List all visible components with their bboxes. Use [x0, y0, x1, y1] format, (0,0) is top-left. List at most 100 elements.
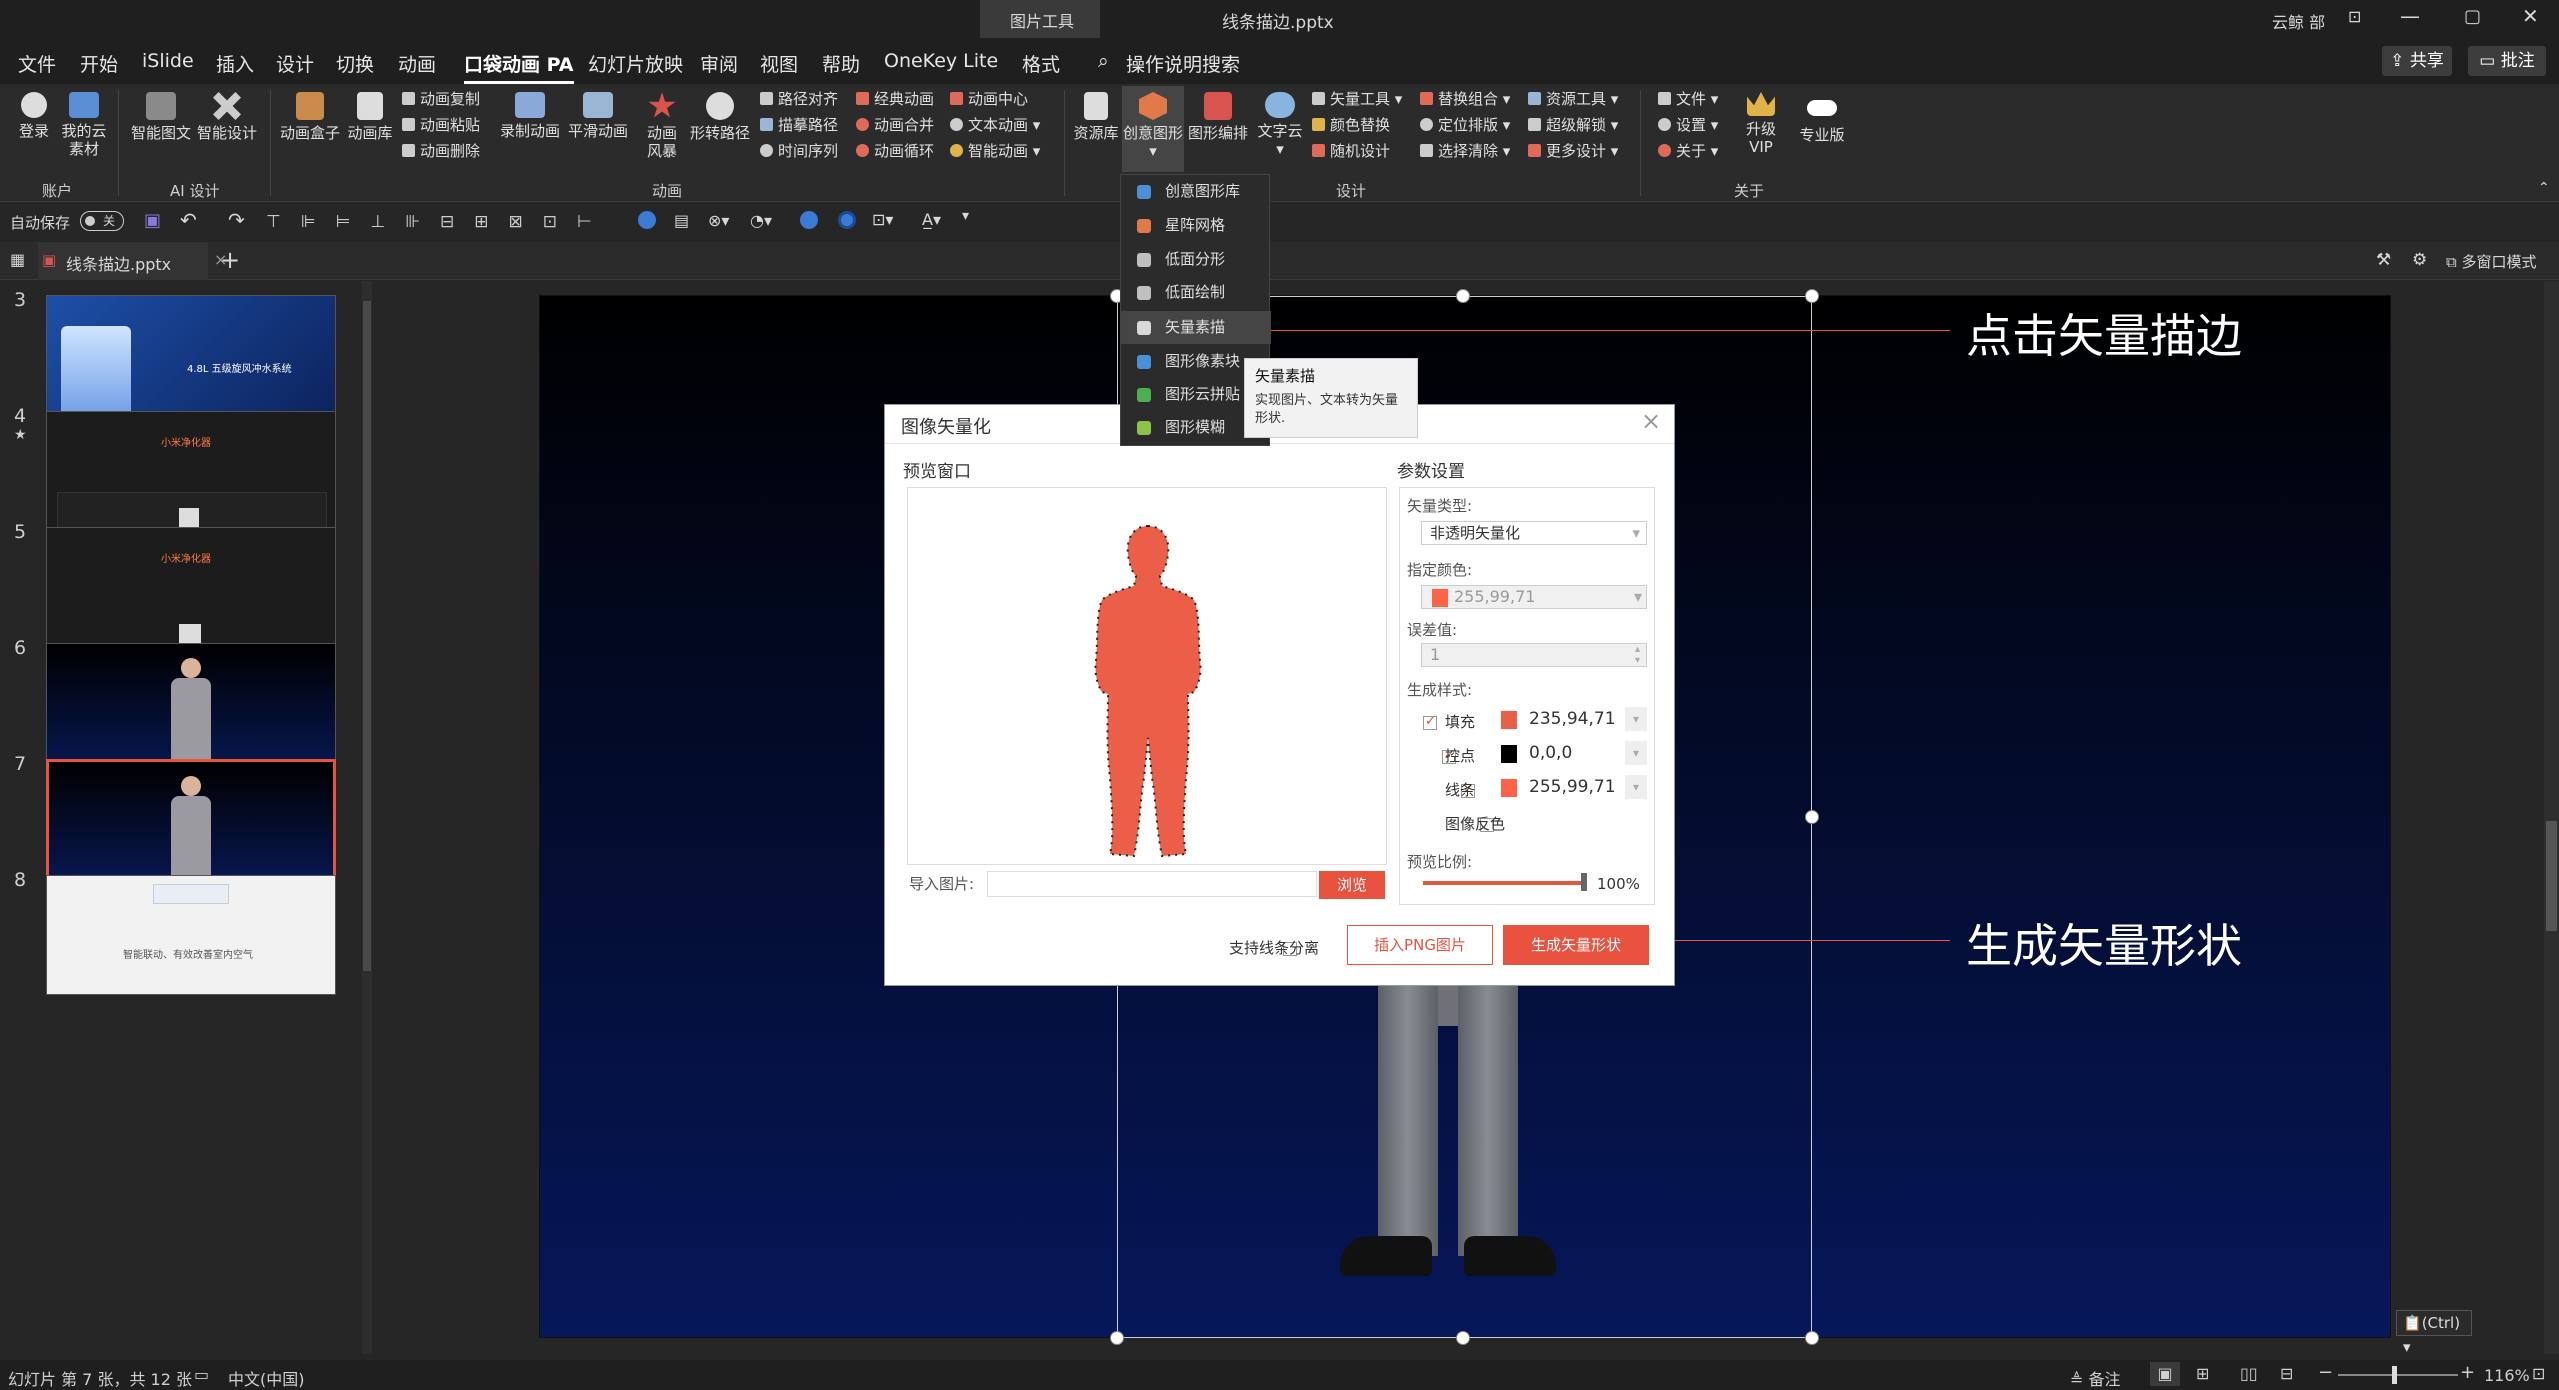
record-anim-button[interactable]: 录制动画 [496, 92, 564, 140]
crop-icon[interactable]: ⊡▾ [872, 210, 893, 229]
menu-pocket-animation[interactable]: 口袋动画 PA [464, 50, 574, 84]
anim-lib-button[interactable]: 动画库 [342, 92, 398, 142]
menu-review[interactable]: 审阅 [700, 50, 738, 77]
fill-dropdown[interactable]: ▾ [1625, 707, 1647, 731]
scrollbar-thumb[interactable] [363, 301, 371, 971]
search-label[interactable]: 操作说明搜索 [1126, 50, 1240, 77]
anim-box-button[interactable]: 动画盒子 [278, 92, 342, 142]
creative-shape-button[interactable]: 创意图形 ▾ [1122, 92, 1184, 160]
settings-gear-icon[interactable]: ⚙ [2412, 250, 2427, 270]
smooth-anim-button[interactable]: 平滑动画 [564, 92, 632, 140]
zoom-slider-track[interactable] [2338, 1374, 2458, 1376]
time-seq-button[interactable]: 时间序列 [760, 142, 838, 160]
multiwin-button[interactable]: ⧉ 多窗口模式 [2446, 251, 2537, 272]
reading-view-icon[interactable]: ▯▯ [2240, 1364, 2258, 1383]
comment-button[interactable]: ▭ 批注 [2468, 46, 2546, 76]
generate-vector-button[interactable]: 生成矢量形状 [1503, 925, 1649, 965]
menu-animation[interactable]: 动画 [398, 50, 436, 77]
cloud-button[interactable]: 我的云素材 [60, 92, 108, 158]
collapse-ribbon-icon[interactable]: ⌃ [2538, 180, 2550, 196]
resize-handle[interactable] [1110, 1331, 1124, 1345]
text-box-icon[interactable]: ▤ [674, 211, 689, 230]
fill-icon[interactable]: ◔▾ [750, 211, 772, 230]
random-design-button[interactable]: 随机设计 [1312, 142, 1390, 160]
vector-tool-button[interactable]: 矢量工具 ▾ [1312, 90, 1402, 108]
autosave-toggle[interactable]: 关 [80, 211, 124, 231]
user-name[interactable]: 云鲸 部 [2272, 9, 2325, 33]
close-icon[interactable]: ✕ [2522, 4, 2539, 28]
shape-circle-icon[interactable] [638, 211, 656, 229]
menu-item-low-poly[interactable]: 低面分形 [1121, 243, 1271, 276]
circle-outline-icon[interactable] [838, 211, 856, 229]
color-input[interactable]: 255,99,71 ▾ [1421, 585, 1647, 609]
menu-help[interactable]: 帮助 [822, 50, 860, 77]
share-button[interactable]: ⇪ 共享 [2382, 46, 2452, 76]
browse-button[interactable]: 浏览 [1319, 871, 1385, 899]
point-dropdown[interactable]: ▾ [1625, 741, 1647, 765]
menu-transition[interactable]: 切换 [336, 50, 374, 77]
anim-storm-button[interactable]: 动画风暴 [636, 92, 688, 160]
font-color-icon[interactable]: A̲▾ [922, 210, 941, 229]
tolerance-input[interactable]: 1 ▴ ▾ [1421, 643, 1647, 667]
menu-view[interactable]: 视图 [760, 50, 798, 77]
zoom-level[interactable]: 116% [2484, 1366, 2530, 1385]
menu-slideshow[interactable]: 幻灯片放映 [588, 50, 683, 77]
fill-checkbox[interactable] [1423, 714, 1437, 730]
accessibility-icon[interactable]: ▭ [194, 1365, 209, 1384]
language[interactable]: 中文(中国) [228, 1366, 305, 1390]
file-menu-button[interactable]: 文件 ▾ [1658, 90, 1718, 108]
path-align-button[interactable]: 路径对齐 [760, 90, 838, 108]
menu-item-creative-lib[interactable]: 创意图形库 [1121, 175, 1271, 208]
fill-swatch[interactable] [1501, 711, 1517, 729]
trace-path-button[interactable]: 描摹路径 [760, 116, 838, 134]
smart-text-button[interactable]: 智能图文 [128, 92, 194, 142]
resource-lib-button[interactable]: 资源库 [1070, 92, 1122, 142]
resize-handle[interactable] [1805, 289, 1819, 303]
settings-button[interactable]: 设置 ▾ [1658, 116, 1718, 134]
circle-blue-icon[interactable] [800, 211, 818, 229]
menu-islide[interactable]: iSlide [142, 50, 194, 72]
undo-icon[interactable]: ↶ [180, 208, 197, 232]
paste-options-button[interactable]: 📋(Ctrl) ▾ [2396, 1310, 2472, 1356]
word-cloud-button[interactable]: 文字云 ▾ [1252, 92, 1308, 158]
sorter-view-icon[interactable]: ⊞ [2196, 1364, 2209, 1383]
ribbon-display-icon[interactable]: ⊡ [2348, 7, 2361, 26]
document-tab[interactable]: ▣ 线条描边.pptx × [38, 242, 227, 280]
anim-paste-button[interactable]: 动画粘贴 [402, 116, 480, 134]
select-clear-button[interactable]: 选择清除 ▾ [1420, 142, 1510, 160]
point-swatch[interactable] [1501, 745, 1517, 763]
menu-item-star-grid[interactable]: 星阵网格 [1121, 209, 1271, 242]
slide-thumbnail-8[interactable]: 智能联动、有效改善室内空气 [46, 875, 336, 995]
line-swatch[interactable] [1501, 779, 1517, 797]
line-dropdown[interactable]: ▾ [1625, 775, 1647, 799]
shape-img-button[interactable]: 图形编排 [1186, 92, 1250, 142]
login-button[interactable]: 登录 [10, 92, 58, 140]
menu-design[interactable]: 设计 [276, 50, 314, 77]
pro-button[interactable]: 专业版 [1794, 92, 1850, 144]
normal-view-icon[interactable]: ▣ [2150, 1362, 2180, 1386]
anim-copy-button[interactable]: 动画复制 [402, 90, 480, 108]
menu-home[interactable]: 开始 [80, 50, 118, 77]
shape-path-button[interactable]: 形转路径 [688, 92, 752, 142]
merge-shape-icon[interactable]: ⊗▾ [708, 211, 729, 230]
menu-file[interactable]: 文件 [18, 50, 56, 77]
loop-anim-button[interactable]: 动画循环 [856, 142, 934, 160]
zoom-in-icon[interactable]: + [2460, 1362, 2475, 1383]
about-button[interactable]: 关于 ▾ [1658, 142, 1718, 160]
locate-button[interactable]: 定位排版 ▾ [1420, 116, 1510, 134]
minimize-icon[interactable]: — [2400, 4, 2420, 28]
search-icon[interactable]: ⌕ [1098, 50, 1109, 72]
qat-tools[interactable]: ⊤⊫⊨⊥⊪⊟⊞⊠⊡⊢ [266, 212, 966, 232]
upgrade-vip-button[interactable]: 升级VIP [1738, 92, 1784, 156]
resize-handle[interactable] [1456, 1331, 1470, 1345]
slideshow-view-icon[interactable]: ⊟ [2280, 1364, 2293, 1383]
menu-insert[interactable]: 插入 [216, 50, 254, 77]
menu-onekey[interactable]: OneKey Lite [884, 50, 998, 72]
thumbnail-scrollbar[interactable] [362, 281, 372, 1354]
resize-handle[interactable] [1456, 289, 1470, 303]
res-tool-button[interactable]: 资源工具 ▾ [1528, 90, 1618, 108]
merge-anim-button[interactable]: 动画合并 [856, 116, 934, 134]
smart-design-button[interactable]: 智能设计 [194, 92, 260, 142]
replace-group-button[interactable]: 替换组合 ▾ [1420, 90, 1510, 108]
canvas-scrollbar[interactable] [2544, 281, 2559, 1354]
